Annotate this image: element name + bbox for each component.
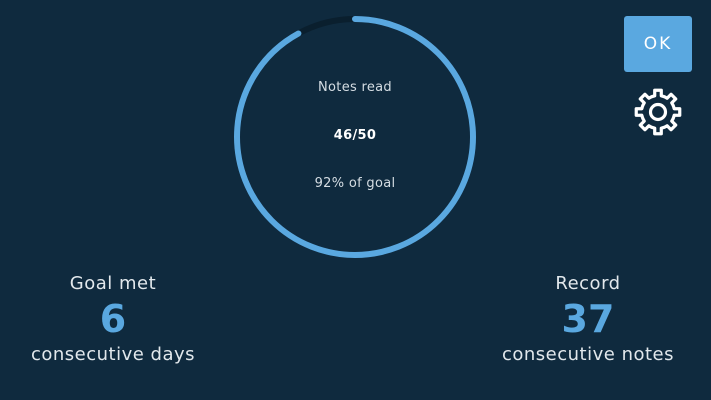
settings-button[interactable] bbox=[632, 86, 684, 138]
ok-button[interactable]: OK bbox=[624, 16, 692, 72]
record-label: Record bbox=[555, 273, 621, 294]
progress-title: Notes read bbox=[318, 80, 392, 95]
record-caption: consecutive notes bbox=[501, 344, 674, 365]
goal-met-caption: consecutive days bbox=[30, 344, 196, 365]
goal-met-stat: Goal met 6 consecutive days bbox=[10, 272, 216, 368]
gear-icon bbox=[634, 88, 682, 136]
goal-met-label: Goal met bbox=[69, 273, 157, 294]
progress-percent: 92% of goal bbox=[314, 176, 396, 191]
progress-count: 46/50 bbox=[333, 128, 377, 143]
record-stat: Record 37 consecutive notes bbox=[486, 272, 690, 368]
record-value: 37 bbox=[561, 297, 615, 341]
goal-met-value: 6 bbox=[99, 297, 127, 341]
